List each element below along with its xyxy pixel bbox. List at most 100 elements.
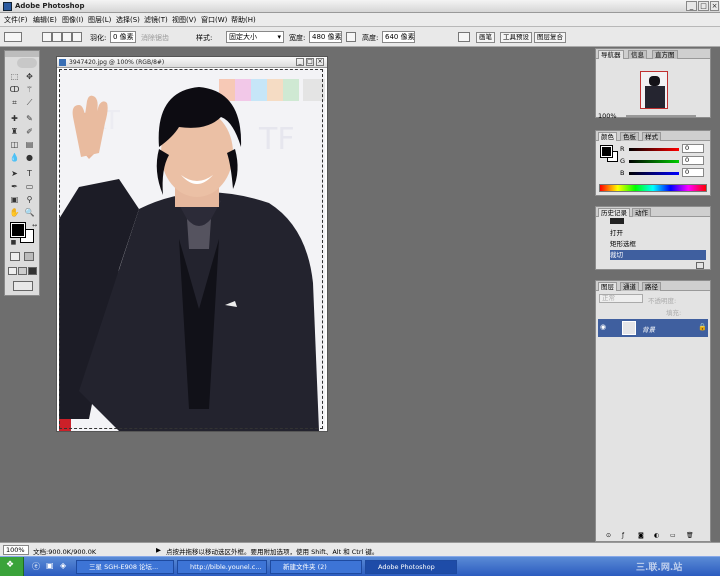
notes-tool-icon[interactable]: ▣ (9, 194, 20, 205)
feather-input[interactable]: 0 像素 (110, 31, 136, 43)
default-colors-icon[interactable]: ■ (8, 237, 19, 248)
crop-tool-icon[interactable]: ⌗ (9, 97, 20, 108)
menu-image[interactable]: 图像(I) (62, 15, 84, 25)
history-new-icon[interactable] (696, 262, 704, 269)
navigator-thumbnail[interactable] (640, 71, 668, 109)
close-button[interactable]: × (710, 1, 719, 11)
task-forum[interactable]: 三星 SGH-E908 论坛... (76, 560, 174, 574)
desktop-quicklaunch-icon[interactable]: ▣ (46, 561, 54, 570)
adjustment-layer-icon[interactable]: ◐ (654, 532, 659, 539)
color-spectrum-bar[interactable] (599, 184, 707, 192)
layer-row-background[interactable]: ◉ 背景 🔒 (598, 319, 708, 337)
document-title-bar[interactable]: 3947420.jpg @ 100% (RGB/8#) _ □ × (57, 57, 327, 68)
blur-tool-icon[interactable]: 💧 (9, 152, 20, 163)
history-item[interactable]: 矩形选框 (610, 239, 706, 249)
channel-r-input[interactable]: 0 (682, 144, 704, 153)
magic-wand-tool-icon[interactable]: ⚚ (24, 84, 35, 95)
channel-g-slider[interactable] (629, 160, 679, 163)
doc-close-button[interactable]: × (316, 58, 324, 66)
minimize-button[interactable]: _ (686, 1, 697, 11)
layer-mask-icon[interactable]: ◙ (638, 532, 644, 539)
menu-file[interactable]: 文件(F) (4, 15, 28, 25)
quick-mask-icon[interactable] (24, 252, 34, 261)
healing-brush-icon[interactable]: ✚ (9, 113, 20, 124)
delete-layer-icon[interactable]: 🗑 (686, 532, 694, 539)
media-quicklaunch-icon[interactable]: ◈ (60, 561, 66, 570)
navigator-zoom-value[interactable]: 100% (598, 112, 617, 120)
menu-layer[interactable]: 图层(L) (88, 15, 111, 25)
new-selection-icon[interactable] (42, 32, 52, 42)
image-canvas[interactable]: TF KT (59, 69, 325, 431)
tab-color[interactable]: 颜色 (598, 132, 617, 141)
lock-icons[interactable] (600, 307, 650, 315)
history-item[interactable]: 打开 (610, 228, 706, 238)
brush-tool-icon[interactable]: ✎ (24, 113, 35, 124)
screen-mode-standard-icon[interactable] (8, 267, 17, 275)
navigator-zoom-slider[interactable] (626, 115, 696, 117)
tab-styles[interactable]: 样式 (642, 132, 661, 141)
selection-marquee[interactable] (59, 69, 323, 429)
jump-to-imageready-icon[interactable] (13, 281, 33, 291)
tab-info[interactable]: 信息 (628, 50, 647, 59)
menu-help[interactable]: 帮助(H) (231, 15, 256, 25)
standard-mode-icon[interactable] (10, 252, 20, 261)
menu-view[interactable]: 视图(V) (172, 15, 196, 25)
lasso-tool-icon[interactable]: ↀ (9, 84, 20, 95)
task-browser[interactable]: http://bible.younel.c... (177, 560, 267, 574)
ie-quicklaunch-icon[interactable]: ⓔ (32, 561, 40, 572)
menu-select[interactable]: 选择(S) (116, 15, 140, 25)
history-item-selected[interactable]: 裁切 (610, 250, 706, 260)
maximize-button[interactable]: □ (698, 1, 709, 11)
marquee-preset-icon[interactable] (4, 32, 22, 42)
intersect-selection-icon[interactable] (72, 32, 82, 42)
dock-tab-brushes[interactable]: 画笔 (476, 32, 495, 43)
tab-navigator[interactable]: 导航器 (598, 50, 624, 59)
add-selection-icon[interactable] (52, 32, 62, 42)
eyedropper-tool-icon[interactable]: ⚲ (24, 194, 35, 205)
tab-channels[interactable]: 通道 (620, 282, 639, 291)
history-snapshot-icon[interactable] (610, 218, 624, 224)
zoom-tool-icon[interactable]: 🔍 (24, 207, 35, 218)
color-fg-swatch[interactable] (600, 145, 613, 158)
tab-swatches[interactable]: 色板 (620, 132, 639, 141)
height-input[interactable]: 640 像素 (382, 31, 415, 43)
eraser-tool-icon[interactable]: ◫ (9, 139, 20, 150)
doc-maximize-button[interactable]: □ (306, 58, 314, 66)
type-tool-icon[interactable]: T (24, 168, 35, 179)
menu-filter[interactable]: 滤镜(T) (144, 15, 168, 25)
file-browser-icon[interactable] (458, 32, 470, 42)
new-group-icon[interactable]: ▭ (670, 532, 676, 539)
task-folder[interactable]: 新建文件夹 (2) (270, 560, 362, 574)
toolbox-grip[interactable] (5, 51, 39, 57)
doc-minimize-button[interactable]: _ (296, 58, 304, 66)
channel-b-input[interactable]: 0 (682, 168, 704, 177)
status-zoom-input[interactable]: 100% (3, 545, 29, 555)
tab-paths[interactable]: 路径 (642, 282, 661, 291)
channel-r-slider[interactable] (629, 148, 679, 151)
link-layers-icon[interactable]: ⊙ (606, 532, 611, 539)
channel-g-input[interactable]: 0 (682, 156, 704, 165)
pen-tool-icon[interactable]: ✒ (9, 181, 20, 192)
blend-mode-select[interactable]: 正常 (599, 294, 643, 303)
menu-window[interactable]: 窗口(W) (201, 15, 227, 25)
tab-layers[interactable]: 图层 (598, 282, 617, 291)
shape-tool-icon[interactable]: ▭ (24, 181, 35, 192)
menu-edit[interactable]: 编辑(E) (33, 15, 57, 25)
history-brush-icon[interactable]: ✐ (24, 126, 35, 137)
channel-b-slider[interactable] (629, 172, 679, 175)
swap-colors-icon[interactable]: ↔ (29, 220, 40, 231)
subtract-selection-icon[interactable] (62, 32, 72, 42)
hand-tool-icon[interactable]: ✋ (9, 207, 20, 218)
dock-tab-tool-presets[interactable]: 工具预设 (500, 32, 532, 43)
eye-icon[interactable]: ◉ (600, 323, 606, 331)
layer-style-icon[interactable]: ƒ (622, 532, 624, 539)
dodge-tool-icon[interactable]: ● (24, 152, 35, 163)
move-tool-icon[interactable]: ✥ (24, 71, 35, 82)
tab-histogram[interactable]: 直方图 (652, 50, 678, 59)
status-arrow-icon[interactable]: ▶ (156, 546, 161, 554)
style-select[interactable]: 固定大小 ▾ (226, 31, 284, 43)
status-doc-info[interactable]: 文档:900.0K/900.0K (33, 546, 96, 556)
screen-mode-menu-icon[interactable] (18, 267, 27, 275)
marquee-tool-icon[interactable]: ⬚ (9, 71, 20, 82)
gradient-tool-icon[interactable]: ▤ (24, 139, 35, 150)
